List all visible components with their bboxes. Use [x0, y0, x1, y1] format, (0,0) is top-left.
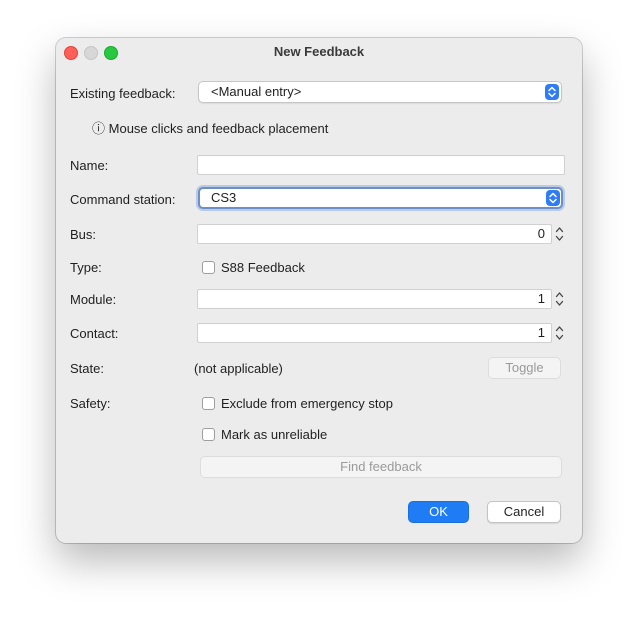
s88-feedback-label[interactable]: S88 Feedback [221, 260, 305, 276]
toggle-button[interactable]: Toggle [488, 357, 561, 379]
minimize-window-icon [84, 46, 98, 60]
window-title: New Feedback [273, 44, 365, 59]
info-text: Mouse clicks and feedback placement [108, 121, 329, 136]
contact-label: Contact: [70, 326, 119, 341]
command-station-label: Command station: [70, 192, 176, 207]
module-input[interactable]: 1 [197, 289, 552, 309]
bus-input[interactable]: 0 [197, 224, 552, 244]
ok-button[interactable]: OK [408, 501, 469, 523]
s88-feedback-checkbox[interactable] [202, 261, 215, 274]
state-label: State: [70, 361, 104, 376]
state-value: (not applicable) [194, 361, 283, 376]
contact-stepper-icon[interactable] [554, 323, 565, 343]
existing-feedback-value: <Manual entry> [211, 84, 302, 99]
info-line[interactable]: ⓘ Mouse clicks and feedback placement [92, 121, 328, 137]
cancel-button[interactable]: Cancel [487, 501, 561, 523]
title-bar[interactable]: New Feedback [56, 38, 582, 66]
find-feedback-button[interactable]: Find feedback [200, 456, 562, 478]
existing-feedback-select[interactable]: <Manual entry> [198, 81, 562, 103]
exclude-emergency-stop-checkbox[interactable] [202, 397, 215, 410]
contact-input[interactable]: 1 [197, 323, 552, 343]
up-down-chevron-icon [545, 84, 559, 100]
name-input[interactable] [197, 155, 565, 175]
up-down-chevron-icon [546, 190, 560, 206]
zoom-window-icon[interactable] [104, 46, 118, 60]
name-label: Name: [70, 158, 109, 173]
safety-label: Safety: [70, 396, 111, 411]
existing-feedback-label: Existing feedback: [70, 86, 176, 101]
close-window-icon[interactable] [64, 46, 78, 60]
command-station-value: CS3 [211, 190, 237, 205]
mark-unreliable-checkbox[interactable] [202, 428, 215, 441]
mark-unreliable-label[interactable]: Mark as unreliable [221, 427, 327, 443]
command-station-select[interactable]: CS3 [198, 187, 563, 209]
type-label: Type: [70, 260, 102, 275]
dialog-window: New Feedback Existing feedback: <Manual … [56, 38, 582, 543]
info-icon: ⓘ [92, 121, 106, 136]
module-stepper-icon[interactable] [554, 289, 565, 309]
exclude-emergency-stop-label[interactable]: Exclude from emergency stop [221, 396, 393, 412]
bus-label: Bus: [70, 227, 97, 242]
bus-stepper-icon[interactable] [554, 224, 565, 244]
module-label: Module: [70, 292, 117, 307]
